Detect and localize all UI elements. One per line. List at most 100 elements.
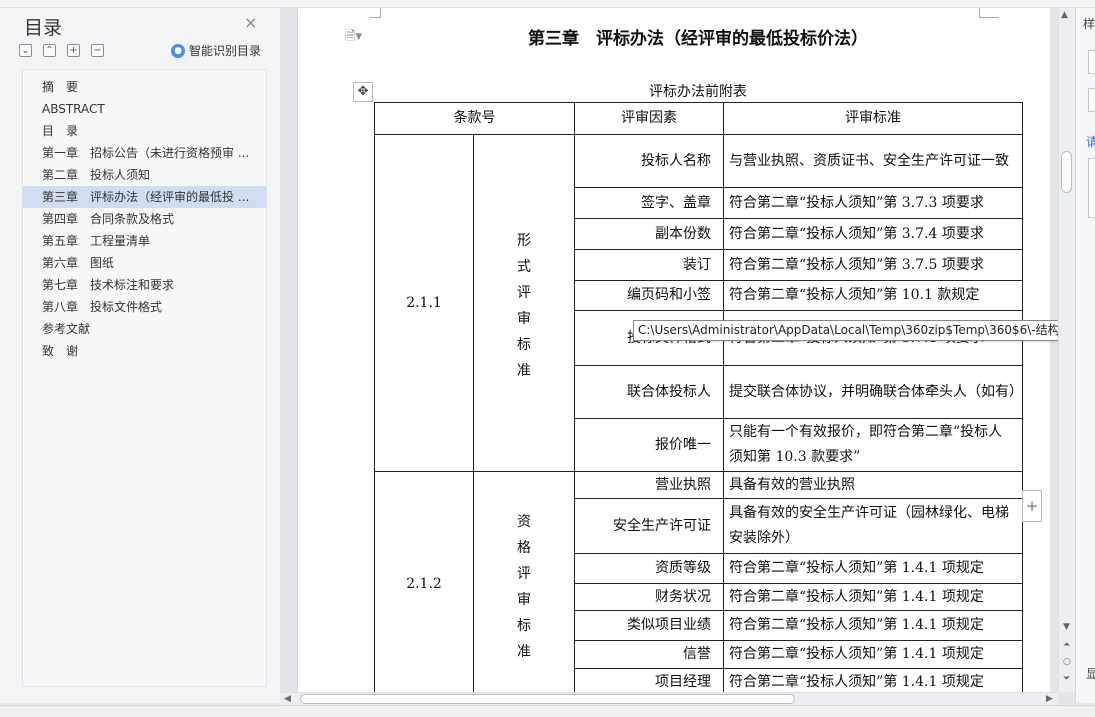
category-char: 准: [517, 644, 531, 660]
page-crop-mark-left: [370, 8, 381, 18]
right-side-pane: [1075, 8, 1095, 703]
standard-cell: 符合第二章“投标人须知”第 1.4.1 项规定: [723, 583, 1023, 611]
factor-cell: 投标人名称: [574, 134, 724, 188]
select-browse-icon[interactable]: ○: [1063, 657, 1071, 667]
evaluation-table-body: 条款号 评审因素 评审标准 2.1.1 形式评审标准投标人名称 与营业执照、资质证书…: [374, 102, 1023, 697]
clause-category-cell: 资格评审标准: [473, 471, 575, 697]
factor-cell: 装订: [574, 249, 724, 281]
factor-cell: 类似项目业绩: [574, 610, 724, 641]
standard-cell: 与营业执照、资质证书、安全生产许可证一致: [723, 134, 1023, 188]
standard-cell: 具备有效的营业执照: [723, 471, 1023, 499]
table-header-row: 条款号 评审因素 评审标准: [374, 102, 1023, 135]
remove-icon[interactable]: −: [91, 44, 104, 57]
factor-cell: 签字、盖章: [574, 187, 724, 219]
category-char: 格: [517, 540, 531, 556]
scroll-down-icon[interactable]: ▼: [1063, 622, 1070, 632]
toc-item[interactable]: 第六章 图纸: [23, 252, 266, 274]
header-clause: 条款号: [374, 102, 575, 135]
right-pane-label-mid[interactable]: 请: [1086, 133, 1095, 150]
toc-item[interactable]: 第三章 评标办法（经评审的最低投 ...: [23, 186, 266, 208]
right-pane-box[interactable]: [1088, 88, 1095, 112]
toc-item[interactable]: 致 谢: [23, 340, 266, 362]
toc-item[interactable]: 第一章 招标公告（未进行资格预审 ...: [23, 142, 266, 164]
category-char: 审: [517, 311, 531, 327]
factor-cell: 信誉: [574, 640, 724, 669]
standard-cell: 符合第二章“投标人须知”第 3.7.4 项要求: [723, 218, 1023, 250]
toc-item[interactable]: 第七章 技术标注和要求: [23, 274, 266, 296]
category-char: 评: [517, 285, 531, 301]
prev-page-icon[interactable]: ⏶: [1063, 640, 1070, 650]
right-pane-box[interactable]: [1088, 50, 1095, 74]
factor-cell: 财务状况: [574, 583, 724, 611]
category-char: 准: [517, 363, 531, 379]
toc-item[interactable]: 参考文献: [23, 318, 266, 340]
standard-cell: 符合第二章“投标人须知”第 3.7.5 项要求: [723, 249, 1023, 281]
scroll-up-icon[interactable]: ▲: [1061, 10, 1068, 20]
factor-cell: 安全生产许可证: [574, 498, 724, 554]
standard-cell: 提交联合体协议，并明确联合体牵头人（如有）: [723, 365, 1023, 419]
category-char: 标: [517, 618, 531, 634]
factor-cell: 资质等级: [574, 553, 724, 584]
clause-category-cell: 形式评审标准: [473, 134, 575, 472]
chapter-heading: 第三章 评标办法（经评审的最低投标价法）: [528, 29, 868, 49]
header-factor: 评审因素: [574, 102, 724, 135]
scroll-right-icon[interactable]: ▶: [1046, 694, 1053, 704]
right-pane-box[interactable]: [1088, 158, 1095, 218]
factor-cell: 编页码和小签: [574, 280, 724, 311]
right-pane-label-bottom: 显: [1086, 667, 1095, 681]
clause-number-cell: 2.1.1: [374, 134, 474, 472]
vertical-scrollbar[interactable]: [1058, 8, 1075, 692]
horizontal-scroll-thumb[interactable]: [300, 694, 795, 704]
smart-toc-label: 智能识别目录: [189, 44, 262, 58]
close-icon[interactable]: ×: [244, 15, 257, 31]
factor-cell: 报价唯一: [574, 418, 724, 472]
standard-cell: 只能有一个有效报价，即符合第二章“投标人须知第 10.3 款要求”: [723, 418, 1023, 472]
standard-cell: 符合第二章“投标人须知”第 1.4.1 项规定: [723, 640, 1023, 669]
move-handle-icon[interactable]: ✥: [353, 82, 373, 102]
category-char: 审: [517, 592, 531, 608]
category-char: 形: [517, 233, 531, 249]
standard-cell: 具备有效的安全生产许可证（园林绿化、电梯安装除外）: [723, 498, 1023, 554]
toc-item[interactable]: ABSTRACT: [23, 98, 266, 120]
toc-item[interactable]: 摘 要: [23, 76, 266, 98]
file-path-tooltip: C:\Users\Administrator\AppData\Local\Tem…: [633, 320, 1094, 341]
toc-item[interactable]: 第八章 投标文件格式: [23, 296, 266, 318]
wps-writer-window: 目录 × ⌄ ⌃ + − ● 智能识别目录 摘 要 ABSTRACT 目 录第一章 …: [0, 0, 1095, 717]
clause-number-cell: 2.1.2: [374, 471, 474, 697]
category-char: 式: [517, 259, 531, 275]
factor-cell: 联合体投标人: [574, 365, 724, 419]
right-pane-label-top: 样: [1083, 17, 1095, 31]
top-toolbar-strip: [0, 0, 1095, 8]
page-crop-mark-right: [979, 8, 999, 18]
collapse-all-icon[interactable]: ⌃: [43, 44, 56, 57]
toc-item[interactable]: 第五章 工程量清单: [23, 230, 266, 252]
toc-item[interactable]: 第二章 投标人须知: [23, 164, 266, 186]
standard-cell: 符合第二章“投标人须知”第 10.1 款规定: [723, 280, 1023, 311]
smart-toc-button[interactable]: ● 智能识别目录: [171, 42, 261, 59]
vertical-scroll-thumb[interactable]: [1061, 151, 1072, 193]
next-page-icon[interactable]: ⏷: [1063, 674, 1070, 684]
table-row: 2.1.1 形式评审标准投标人名称 与营业执照、资质证书、安全生产许可证一致: [374, 134, 1023, 472]
scroll-left-icon[interactable]: ◀: [284, 694, 291, 704]
toc-pane-title: 目录: [24, 17, 63, 39]
evaluation-table: 条款号 评审因素 评审标准 2.1.1 形式评审标准投标人名称 与营业执照、资质证书…: [374, 102, 1023, 697]
standard-cell: 符合第二章“投标人须知”第 1.4.1 项规定: [723, 610, 1023, 641]
toc-item[interactable]: 目 录: [23, 120, 266, 142]
factor-cell: 营业执照: [574, 471, 724, 499]
add-row-icon[interactable]: +: [1022, 490, 1042, 522]
document-icon[interactable]: 🗎▾: [345, 27, 362, 49]
category-char: 标: [517, 337, 531, 353]
category-char: 评: [517, 566, 531, 582]
category-char: 资: [517, 514, 531, 530]
toc-item[interactable]: 第四章 合同条款及格式: [23, 208, 266, 230]
standard-cell: 符合第二章“投标人须知”第 3.7.3 项要求: [723, 187, 1023, 219]
add-icon[interactable]: +: [67, 44, 80, 57]
status-bar: [0, 705, 1095, 717]
smart-toc-icon: ●: [171, 43, 185, 58]
factor-cell: 副本份数: [574, 218, 724, 250]
toc-list-panel: 摘 要 ABSTRACT 目 录第一章 招标公告（未进行资格预审 ... 第二章 投标…: [22, 69, 267, 687]
header-standard: 评审标准: [723, 102, 1023, 135]
standard-cell: 符合第二章“投标人须知”第 1.4.1 项规定: [723, 553, 1023, 584]
expand-all-icon[interactable]: ⌄: [19, 44, 32, 57]
toc-list: 摘 要 ABSTRACT 目 录第一章 招标公告（未进行资格预审 ... 第二章 投标…: [23, 76, 266, 362]
